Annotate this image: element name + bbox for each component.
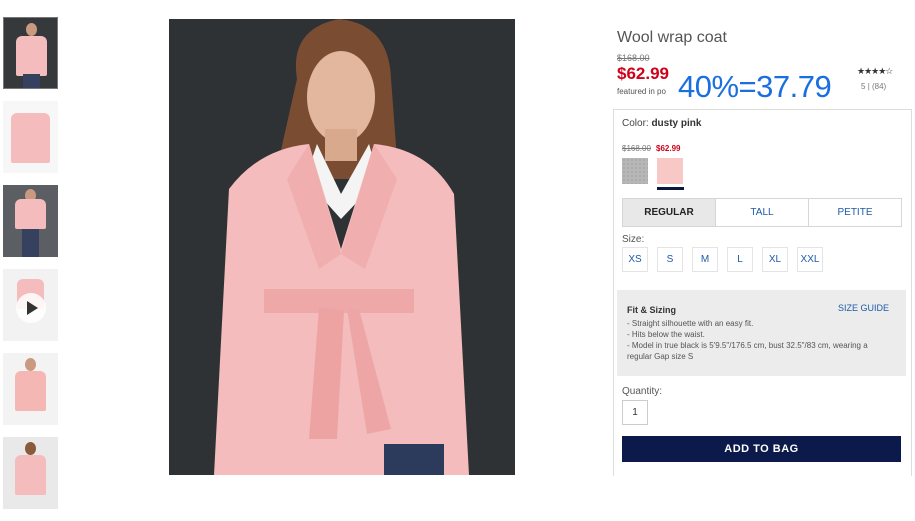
size-xs-button[interactable]: XS <box>622 247 648 272</box>
handwritten-annotation: 40%=37.79 <box>678 69 832 104</box>
sale-price: $62.99 <box>617 64 669 83</box>
size-label: Size: <box>622 234 645 245</box>
thumbnail-flat[interactable] <box>3 101 58 173</box>
thumbnail-full-body[interactable] <box>3 185 58 257</box>
size-m-button[interactable]: M <box>692 247 718 272</box>
size-xxl-button[interactable]: XXL <box>797 247 823 272</box>
size-s-button[interactable]: S <box>657 247 683 272</box>
color-label-text: Color: <box>622 118 652 129</box>
thumbnail-front[interactable] <box>3 17 58 89</box>
fit-tabs: REGULAR TALL PETITE <box>622 198 902 227</box>
fit-sizing-item: - Model in true black is 5'9.5"/176.5 cm… <box>627 341 868 361</box>
swatch-original-price: $168.00 <box>622 144 651 153</box>
quantity-label: Quantity: <box>622 386 663 397</box>
fit-sizing-item: - Hits below the waist. <box>627 330 705 339</box>
fit-sizing-item: - Straight silhouette with an easy fit. <box>627 319 754 328</box>
fit-sizing-list: - Straight silhouette with an easy fit. … <box>627 318 892 362</box>
product-title: Wool wrap coat <box>617 29 727 46</box>
rating-count[interactable]: 5 | (84) <box>861 82 886 91</box>
tab-petite[interactable]: PETITE <box>809 199 901 226</box>
featured-text: featured in po <box>617 87 666 96</box>
thumbnail-back[interactable] <box>3 437 58 509</box>
thumbnail-side[interactable] <box>3 353 58 425</box>
rating-stars-icon[interactable]: ★★★★☆ <box>857 66 893 77</box>
size-l-button[interactable]: L <box>727 247 753 272</box>
tab-regular[interactable]: REGULAR <box>623 199 716 226</box>
color-swatch-dusty-pink[interactable] <box>657 158 683 184</box>
color-swatch-grey[interactable] <box>622 158 648 184</box>
size-guide-link[interactable]: SIZE GUIDE <box>838 303 889 313</box>
quantity-input[interactable]: 1 <box>622 400 648 425</box>
color-label: Color: dusty pink <box>622 118 701 129</box>
main-product-image[interactable] <box>169 19 515 475</box>
original-price: $168.00 <box>617 53 650 63</box>
rating-review-count: | (84) <box>867 82 887 91</box>
add-to-bag-button[interactable]: ADD TO BAG <box>622 436 901 462</box>
color-value: dusty pink <box>651 118 702 129</box>
size-options: XS S M L XL XXL <box>622 247 823 272</box>
tab-tall[interactable]: TALL <box>716 199 809 226</box>
swatch-sale-price: $62.99 <box>656 144 681 153</box>
rating-score: 5 <box>861 82 866 91</box>
fit-sizing-title: Fit & Sizing <box>627 305 676 315</box>
thumbnail-video[interactable] <box>3 269 58 341</box>
play-icon[interactable] <box>16 293 46 323</box>
model-wearing-coat-image <box>169 19 515 475</box>
size-xl-button[interactable]: XL <box>762 247 788 272</box>
thumbnail-strip <box>3 17 61 521</box>
selected-swatch-indicator <box>657 187 684 190</box>
